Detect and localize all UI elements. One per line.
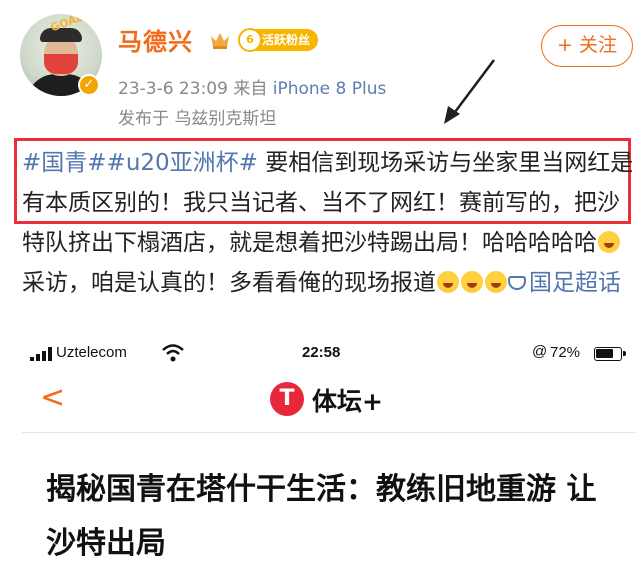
follow-button[interactable]: + 关注 — [541, 25, 633, 67]
back-chevron-icon[interactable]: < — [40, 380, 65, 415]
fan-badge-label: 活跃粉丝 — [262, 33, 311, 47]
hashtag-guoqing[interactable]: #国青# — [22, 150, 107, 176]
fan-level: 6 — [238, 28, 262, 52]
tongue-emoji-icon — [598, 231, 620, 253]
app-name: 体坛+ — [312, 387, 383, 416]
battery-fill — [596, 349, 613, 358]
status-time: 22:58 — [302, 344, 341, 361]
post-timestamp: 23-3-6 23:09 — [118, 79, 228, 99]
source-prefix: 来自 — [233, 79, 268, 99]
diamond-icon — [508, 276, 526, 290]
divider — [22, 432, 636, 433]
signal-icon — [30, 347, 52, 361]
carrier-name: Uztelecom — [56, 344, 127, 361]
battery-percent: 72% — [550, 344, 581, 361]
status-bar: Uztelecom 22:58 @ 72% — [22, 340, 630, 368]
annotation-arrow-icon — [444, 59, 495, 124]
verified-icon: ✓ — [78, 74, 100, 96]
laughing-emoji-icon — [485, 271, 507, 293]
rotation-lock-icon: @ — [532, 343, 548, 360]
laughing-emoji-icon — [461, 271, 483, 293]
avatar-mask — [44, 54, 78, 74]
crown-icon — [211, 33, 229, 49]
post-meta: 23-3-6 23:09 来自 iPhone 8 Plus — [118, 74, 386, 99]
super-topic-link[interactable]: 国足超话 — [508, 270, 621, 296]
hashtag-u20[interactable]: #u20亚洲杯# — [107, 150, 258, 176]
post-body: #国青##u20亚洲杯# 要相信到现场采访与坐家里当网红是有本质区别的！我只当记… — [22, 143, 634, 303]
titan-logo-icon: T — [270, 382, 304, 416]
battery-icon — [594, 347, 626, 361]
article-headline[interactable]: 揭秘国青在塔什干生活：教练旧地重游 让沙特出局 — [46, 463, 626, 571]
source-device[interactable]: iPhone 8 Plus — [273, 79, 387, 99]
fan-badge[interactable]: 6 活跃粉丝 — [238, 28, 319, 52]
author-name[interactable]: 马德兴 — [118, 22, 193, 57]
battery-nub — [623, 351, 626, 356]
post-location: 发布于 乌兹别克斯坦 — [118, 109, 277, 129]
super-topic-label: 国足超话 — [529, 270, 621, 296]
laughing-emoji-icon — [437, 271, 459, 293]
post-text-part2: 采访，咱是认真的！多看看俺的现场报道 — [22, 270, 436, 296]
wifi-icon — [162, 344, 184, 362]
